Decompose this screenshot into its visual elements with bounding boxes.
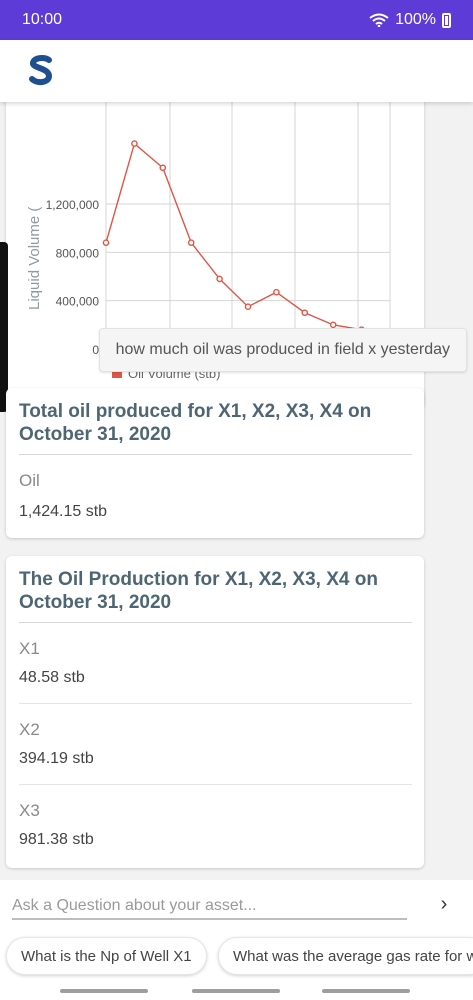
- data-point: [131, 140, 138, 147]
- well-label: X2: [19, 720, 40, 739]
- wifi-icon: [369, 13, 389, 27]
- send-chevron-icon[interactable]: ›: [432, 890, 456, 918]
- well-production-card: The Oil Production for X1, X2, X3, X4 on…: [6, 556, 424, 868]
- data-point: [329, 321, 337, 329]
- status-bar: 10:00 100%: [0, 0, 473, 40]
- nav-back-pill[interactable]: [60, 989, 148, 993]
- chart-y-ticks: 0400,000800,0001,200,000: [46, 198, 100, 357]
- user-message-text: how much oil was produced in field x yes…: [115, 341, 450, 358]
- table-row: X3 981.38 stb: [19, 785, 412, 865]
- data-point: [102, 239, 110, 246]
- suggestion-text: What is the Np of Well X1: [21, 947, 192, 965]
- battery-icon: [442, 12, 451, 28]
- well-label: X3: [19, 801, 40, 820]
- series-line: [105, 142, 391, 344]
- question-input[interactable]: [12, 894, 407, 918]
- input-underline: [12, 918, 407, 920]
- y-tick-label: 1,200,000: [46, 198, 100, 212]
- chart-y-axis-label: Liquid Volume (: [26, 207, 43, 310]
- conversation-area[interactable]: 0 400,000 800,000 1,200,000 Liquid Volume (…: [0, 102, 473, 880]
- data-point: [244, 303, 252, 311]
- card-title: The Oil Production for X1, X2, X3, X4 on…: [19, 569, 378, 613]
- battery-percent: 100%: [395, 11, 436, 28]
- table-row: X2 394.19 stb: [19, 704, 412, 785]
- well-value: 48.58 stb: [19, 669, 85, 686]
- suggestion-chip[interactable]: What is the Np of Well X1: [6, 937, 207, 975]
- data-point: [159, 164, 167, 172]
- user-message-bubble: how much oil was produced in field x yes…: [98, 328, 467, 372]
- data-point: [216, 275, 223, 283]
- kv-item: Oil 1,424.15 stb: [6, 455, 424, 537]
- status-icons: 100%: [369, 11, 451, 29]
- app-bar: [0, 40, 473, 102]
- system-nav-bar: [0, 985, 473, 1000]
- composer: › What is the Np of Well X1 What was the…: [0, 880, 473, 1000]
- kv-value: 1,424.15 stb: [19, 503, 108, 520]
- chart-grid: [105, 102, 391, 363]
- data-point: [187, 239, 195, 246]
- total-oil-card: Total oil produced for X1, X2, X3, X4 on…: [6, 388, 424, 538]
- data-point: [301, 309, 309, 317]
- well-label: X1: [19, 639, 40, 658]
- nav-recents-pill[interactable]: [322, 989, 410, 993]
- status-time: 10:00: [22, 11, 63, 28]
- y-tick-label: 800,000: [56, 246, 100, 260]
- card-title: Total oil produced for X1, X2, X3, X4 on…: [19, 401, 372, 445]
- kv-label: Oil: [19, 471, 40, 490]
- brand-s-logo-icon[interactable]: [28, 52, 54, 88]
- side-drawer-handle[interactable]: [0, 242, 8, 412]
- table-row: X1 48.58 stb: [19, 623, 412, 704]
- nav-home-pill[interactable]: [192, 989, 280, 993]
- well-value: 394.19 stb: [19, 750, 94, 767]
- suggestion-chip[interactable]: What was the average gas rate for well X…: [218, 937, 473, 975]
- y-tick-label: 400,000: [56, 295, 100, 309]
- data-point: [273, 288, 280, 296]
- suggestion-text: What was the average gas rate for well X…: [233, 947, 473, 965]
- well-value: 981.38 stb: [19, 831, 94, 848]
